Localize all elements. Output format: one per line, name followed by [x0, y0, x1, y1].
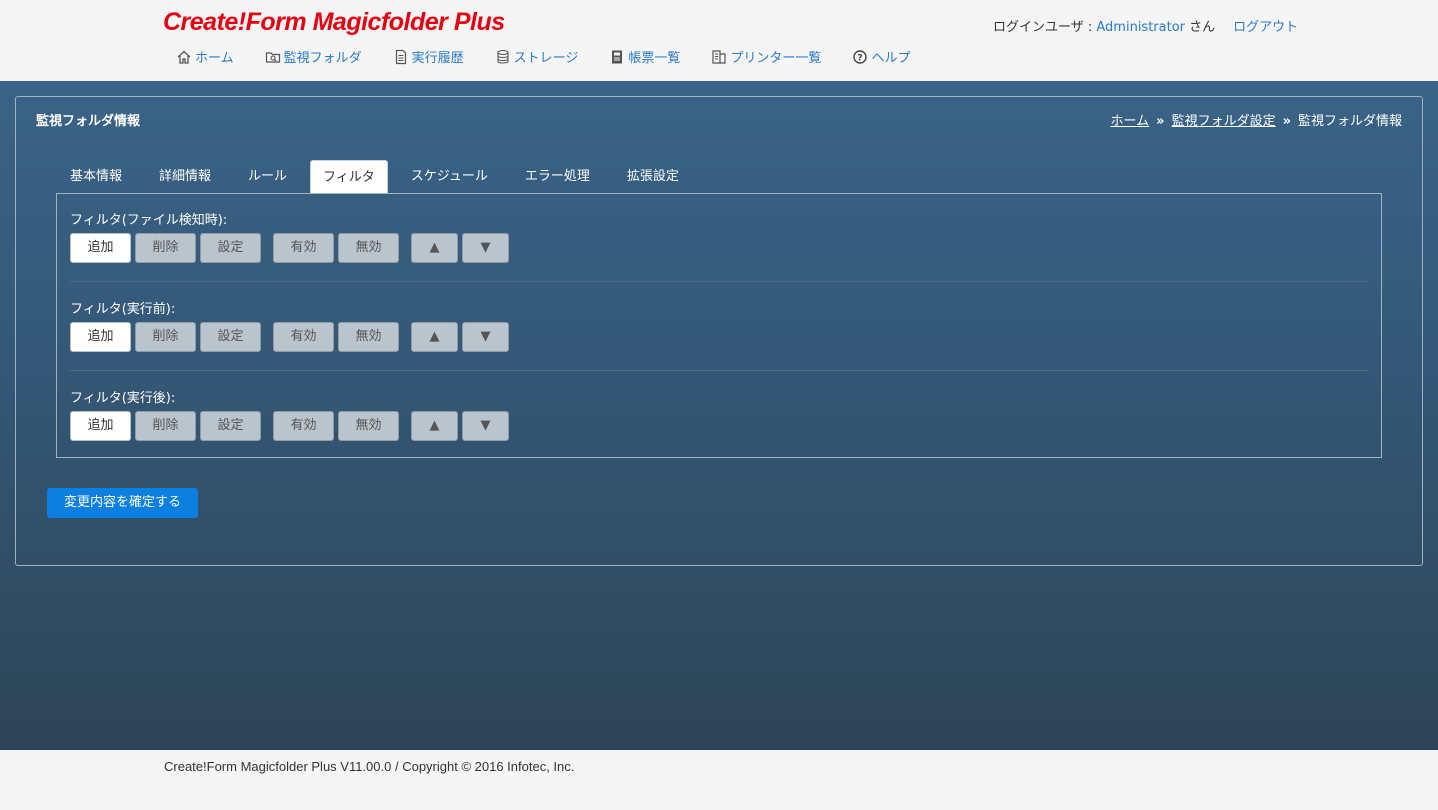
add-button[interactable]: 追加: [70, 233, 131, 263]
watch-folder-panel: 監視フォルダ情報 ホーム » 監視フォルダ設定 » 監視フォルダ情報 基本情報 詳細情報…: [15, 96, 1423, 566]
login-info: ログインユーザ : Administrator さん ログアウト: [993, 16, 1298, 35]
nav-item-label: プリンター一覧: [730, 51, 822, 66]
breadcrumb-current: 監視フォルダ情報: [1297, 114, 1402, 129]
nav-item-label: 監視フォルダ: [283, 51, 362, 66]
move-up-button[interactable]: ▲: [411, 233, 458, 263]
delete-button[interactable]: 削除: [135, 233, 196, 263]
section-divider: [70, 370, 1368, 371]
printer-icon: [712, 49, 727, 64]
main-content: 監視フォルダ情報 ホーム » 監視フォルダ設定 » 監視フォルダ情報 基本情報 詳細情報…: [0, 81, 1438, 750]
tab-error-handling[interactable]: エラー処理: [511, 160, 604, 194]
nav-item-label: 実行履歴: [411, 51, 464, 66]
tab-basic-info[interactable]: 基本情報: [56, 160, 136, 194]
tab-schedule[interactable]: スケジュール: [397, 160, 502, 194]
home-icon: [177, 50, 191, 64]
disable-button[interactable]: 無効: [338, 411, 399, 441]
section-label: フィルタ(実行後):: [70, 391, 176, 406]
add-button[interactable]: 追加: [70, 411, 131, 441]
database-icon: [497, 49, 509, 64]
nav-item-label: ヘルプ: [871, 51, 911, 66]
nav-item-label: ホーム: [195, 51, 234, 66]
app-logo[interactable]: Create!Form Magicfolder Plus: [163, 8, 505, 37]
enable-button[interactable]: 有効: [273, 233, 334, 263]
filter-section-before-exec: フィルタ(実行前): 追加 削除 設定 有効 無効 ▲ ▼: [70, 298, 1368, 352]
move-down-button[interactable]: ▼: [462, 411, 509, 441]
move-down-button[interactable]: ▼: [462, 233, 509, 263]
nav-item-storage[interactable]: ストレージ: [495, 47, 579, 66]
login-prefix: ログインユーザ :: [993, 20, 1097, 35]
header: Create!Form Magicfolder Plus ログインユーザ : A…: [0, 0, 1438, 81]
breadcrumb-separator: »: [1282, 114, 1291, 129]
nav-item-help[interactable]: ? ヘルプ: [852, 47, 910, 66]
disable-button[interactable]: 無効: [338, 233, 399, 263]
tab-filter[interactable]: フィルタ: [310, 160, 388, 194]
delete-button[interactable]: 削除: [135, 322, 196, 352]
confirm-changes-button[interactable]: 変更内容を確定する: [47, 488, 198, 518]
settings-button[interactable]: 設定: [200, 233, 261, 263]
nav-item-label: ストレージ: [513, 51, 579, 66]
breadcrumb-home[interactable]: ホーム: [1111, 114, 1150, 129]
nav-item-history[interactable]: 実行履歴: [393, 47, 464, 66]
settings-button[interactable]: 設定: [200, 322, 261, 352]
copyright-text: Create!Form Magicfolder Plus V11.00.0 / …: [164, 759, 575, 774]
document-icon: [395, 49, 406, 64]
nav-item-printers[interactable]: プリンター一覧: [711, 47, 821, 66]
tab-extended-settings[interactable]: 拡張設定: [613, 160, 693, 194]
book-icon: [612, 50, 623, 63]
tab-detail-info[interactable]: 詳細情報: [145, 160, 225, 194]
section-divider: [70, 281, 1368, 282]
settings-button[interactable]: 設定: [200, 411, 261, 441]
page-title: 監視フォルダ情報: [36, 114, 141, 129]
section-label: フィルタ(実行前):: [70, 302, 176, 317]
button-row: 追加 削除 設定 有効 無効 ▲ ▼: [70, 411, 1368, 441]
login-user: Administrator: [1096, 20, 1186, 35]
move-down-button[interactable]: ▼: [462, 322, 509, 352]
tab-bar: 基本情報 詳細情報 ルール フィルタ スケジュール エラー処理 拡張設定: [56, 160, 702, 194]
nav-item-forms[interactable]: 帳票一覧: [609, 47, 680, 66]
move-up-button[interactable]: ▲: [411, 322, 458, 352]
enable-button[interactable]: 有効: [273, 411, 334, 441]
breadcrumb-watch-folder-settings[interactable]: 監視フォルダ設定: [1172, 114, 1276, 129]
button-row: 追加 削除 設定 有効 無効 ▲ ▼: [70, 233, 1368, 263]
breadcrumb: ホーム » 監視フォルダ設定 » 監視フォルダ情報: [1111, 110, 1402, 129]
enable-button[interactable]: 有効: [273, 322, 334, 352]
section-label: フィルタ(ファイル検知時):: [70, 213, 228, 228]
move-up-button[interactable]: ▲: [411, 411, 458, 441]
help-circle-icon: ?: [853, 49, 868, 64]
folder-search-icon: [265, 51, 280, 63]
logout-link[interactable]: ログアウト: [1233, 20, 1298, 35]
svg-text:?: ?: [858, 53, 863, 63]
filter-section-after-exec: フィルタ(実行後): 追加 削除 設定 有効 無効 ▲ ▼: [70, 387, 1368, 441]
delete-button[interactable]: 削除: [135, 411, 196, 441]
nav-item-label: 帳票一覧: [628, 51, 681, 66]
filter-section-on-detect: フィルタ(ファイル検知時): 追加 削除 設定 有効 無効 ▲ ▼: [70, 209, 1368, 263]
login-suffix: さん: [1185, 20, 1216, 35]
tab-rules[interactable]: ルール: [234, 160, 301, 194]
nav-item-home[interactable]: ホーム: [176, 47, 234, 66]
footer: Create!Form Magicfolder Plus V11.00.0 / …: [0, 750, 1438, 810]
disable-button[interactable]: 無効: [338, 322, 399, 352]
breadcrumb-separator: »: [1156, 114, 1165, 129]
main-nav: ホーム 監視フォルダ 実行履歴 ストレージ 帳票一覧 プリンター一覧 ? ヘルプ: [176, 47, 941, 66]
nav-item-watch-folder[interactable]: 監視フォルダ: [265, 47, 362, 66]
add-button[interactable]: 追加: [70, 322, 131, 352]
filter-tab-content: フィルタ(ファイル検知時): 追加 削除 設定 有効 無効 ▲ ▼ フィルタ(実…: [56, 193, 1382, 458]
button-row: 追加 削除 設定 有効 無効 ▲ ▼: [70, 322, 1368, 352]
